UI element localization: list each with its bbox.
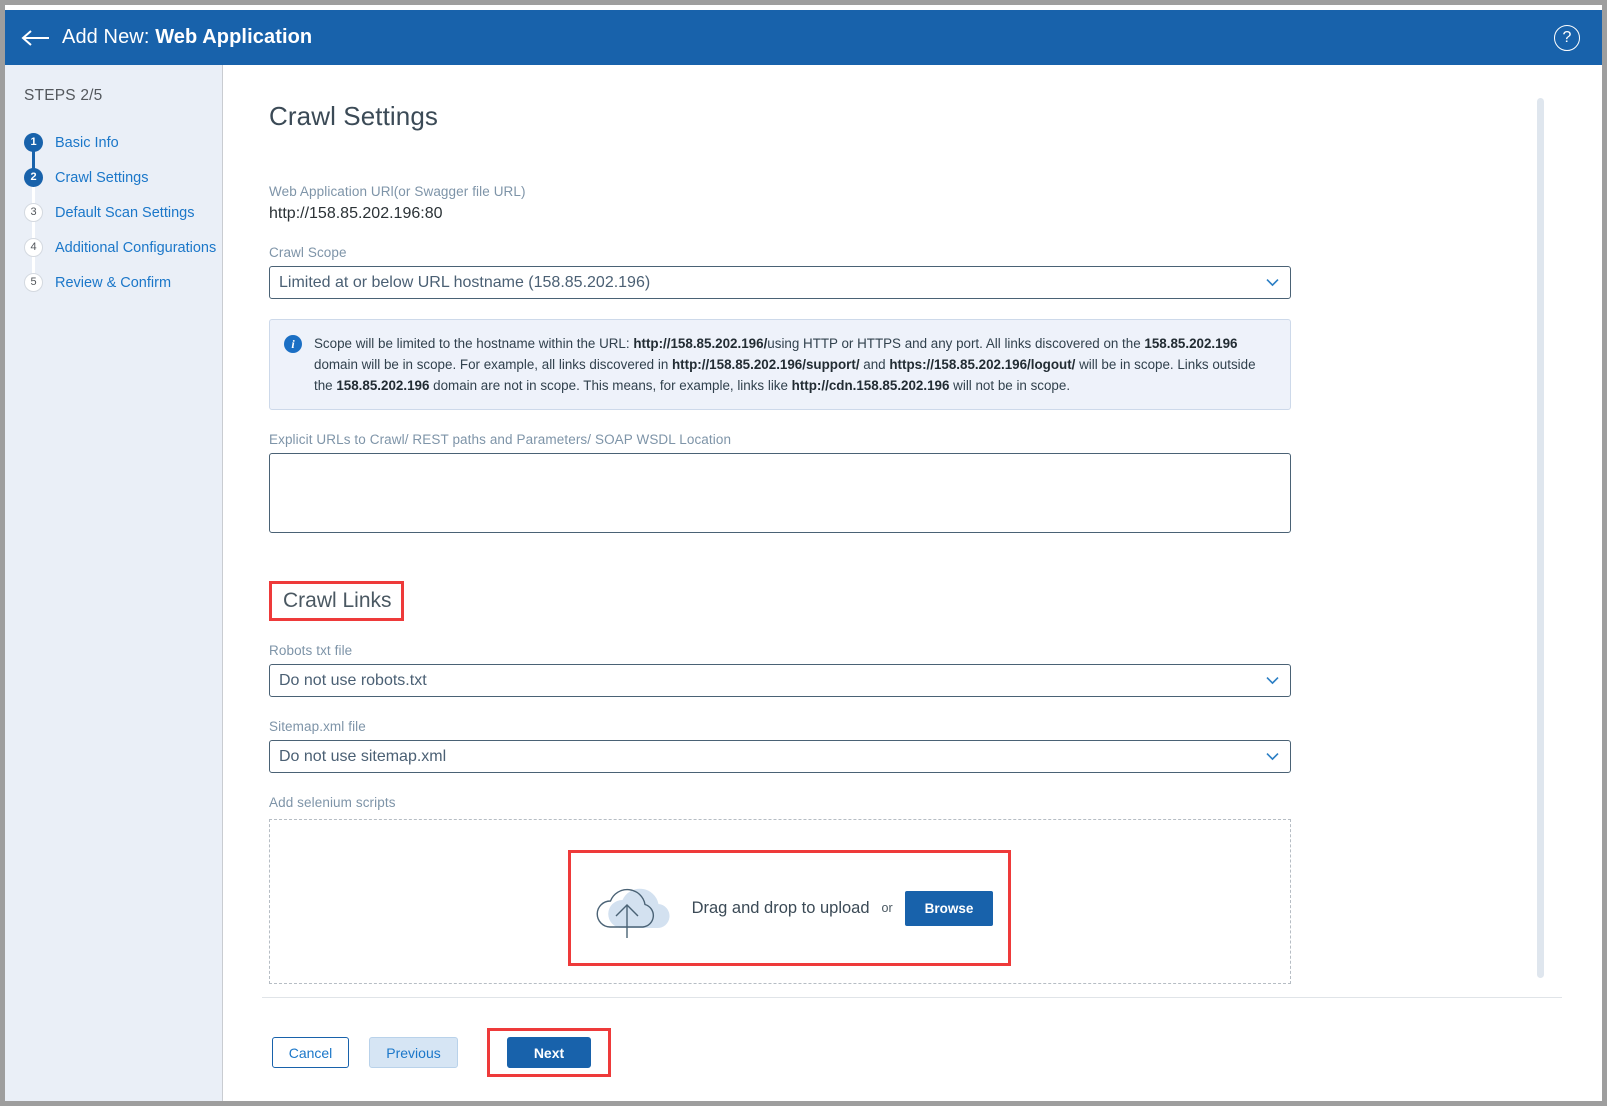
chevron-down-icon (1266, 676, 1279, 684)
page-title: Add New: Web Application (62, 26, 312, 49)
crawl-scope-field: Crawl Scope Limited at or below URL host… (269, 245, 1602, 299)
info-host-2: 158.85.202.196 (336, 378, 430, 393)
screenshot-root: Add New: Web Application ? STEPS 2/5 1 B… (0, 0, 1607, 1106)
header-prefix: Add New: (62, 26, 150, 48)
steps-sidebar: STEPS 2/5 1 Basic Info 2 Crawl Settings … (5, 65, 223, 1101)
info-seg-1: Scope will be limited to the hostname wi… (314, 336, 634, 351)
file-dropzone[interactable]: Drag and drop to upload or Browse (269, 819, 1291, 984)
next-button[interactable]: Next (507, 1037, 591, 1068)
info-url-1: http://158.85.202.196/ (633, 336, 768, 351)
scope-info-text: Scope will be limited to the hostname wi… (314, 333, 1274, 396)
robots-txt-value: Do not use robots.txt (279, 671, 427, 689)
footer-buttons: Cancel Previous Next (272, 1028, 611, 1077)
info-url-3: https://158.85.202.196/logout/ (889, 357, 1076, 372)
browse-button[interactable]: Browse (904, 890, 994, 926)
vertical-scrollbar[interactable] (1537, 98, 1544, 978)
sidebar-item-label: Review & Confirm (55, 274, 172, 291)
sidebar-item-review-confirm[interactable]: 5 Review & Confirm (5, 265, 222, 300)
crawl-links-heading-wrap: Crawl Links (269, 581, 404, 621)
form-footer: Cancel Previous Next (224, 997, 1602, 1101)
step-number-2: 2 (24, 168, 43, 187)
sidebar-item-label: Basic Info (55, 134, 119, 151)
sidebar-item-crawl-settings[interactable]: 2 Crawl Settings (5, 160, 222, 195)
sidebar-item-additional-configurations[interactable]: 4 Additional Configurations (5, 230, 222, 265)
previous-button[interactable]: Previous (369, 1037, 458, 1068)
next-button-wrap: Next (487, 1028, 611, 1077)
footer-divider (262, 997, 1562, 998)
steps-list: 1 Basic Info 2 Crawl Settings 3 Default … (5, 125, 222, 300)
step-number-1: 1 (24, 133, 43, 152)
sidebar-item-label: Crawl Settings (55, 169, 149, 186)
step-number-3: 3 (24, 203, 43, 222)
crawl-scope-value: Limited at or below URL hostname (158.85… (279, 273, 651, 291)
scope-info-box: i Scope will be limited to the hostname … (269, 319, 1291, 410)
section-title: Crawl Settings (269, 101, 439, 131)
sitemap-xml-label: Sitemap.xml file (269, 719, 366, 734)
web-application-url-label: Web Application URl(or Swagger file URL) (269, 184, 526, 199)
robots-txt-field: Robots txt file Do not use robots.txt (269, 643, 1602, 697)
sitemap-xml-value: Do not use sitemap.xml (279, 747, 447, 765)
info-url-4: http://cdn.158.85.202.196 (791, 378, 950, 393)
info-icon: i (284, 335, 302, 353)
explicit-urls-label: Explicit URLs to Crawl/ REST paths and P… (269, 432, 732, 447)
selenium-scripts-field: Add selenium scripts Drag and drop to up… (269, 795, 1602, 984)
info-seg-2: using HTTP or HTTPS and any port. All li… (767, 336, 1145, 351)
sitemap-xml-field: Sitemap.xml file Do not use sitemap.xml (269, 719, 1602, 773)
info-host-1: 158.85.202.196 (1144, 336, 1238, 351)
steps-counter: STEPS 2/5 (24, 87, 103, 104)
info-seg-6: domain are not in scope. This means, for… (429, 378, 792, 393)
selenium-scripts-label: Add selenium scripts (269, 795, 396, 810)
explicit-urls-textarea[interactable] (269, 453, 1291, 533)
info-seg-4: and (859, 357, 890, 372)
sidebar-item-label: Default Scan Settings (55, 204, 195, 221)
chevron-down-icon (1266, 278, 1279, 286)
info-url-2: http://158.85.202.196/support/ (672, 357, 860, 372)
cloud-upload-icon (586, 875, 672, 941)
back-arrow-icon[interactable] (19, 23, 53, 53)
cancel-button[interactable]: Cancel (272, 1037, 349, 1068)
application-window: Add New: Web Application ? STEPS 2/5 1 B… (5, 5, 1602, 1101)
header-entity: Web Application (155, 26, 313, 48)
form-content: Crawl Settings Web Application URl(or Sw… (224, 65, 1602, 984)
dropzone-or-label: or (881, 901, 893, 915)
sidebar-item-label: Additional Configurations (55, 239, 217, 256)
dropzone-inner: Drag and drop to upload or Browse (568, 850, 1011, 966)
scroll-region: Crawl Settings Web Application URl(or Sw… (224, 65, 1602, 997)
robots-txt-label: Robots txt file (269, 643, 353, 658)
step-number-5: 5 (24, 273, 43, 292)
crawl-scope-label: Crawl Scope (269, 245, 347, 260)
chevron-down-icon (1266, 752, 1279, 760)
web-application-url-value: http://158.85.202.196:80 (269, 205, 443, 222)
dropzone-text: Drag and drop to upload (691, 898, 870, 917)
explicit-urls-field: Explicit URLs to Crawl/ REST paths and P… (269, 432, 1602, 533)
crawl-scope-select[interactable]: Limited at or below URL hostname (158.85… (269, 266, 1291, 299)
web-application-url-field: Web Application URl(or Swagger file URL)… (269, 184, 1602, 223)
step-number-4: 4 (24, 238, 43, 257)
info-seg-3: domain will be in scope. For example, al… (314, 357, 672, 372)
robots-txt-select[interactable]: Do not use robots.txt (269, 664, 1291, 697)
crawl-links-heading: Crawl Links (283, 589, 392, 612)
sitemap-xml-select[interactable]: Do not use sitemap.xml (269, 740, 1291, 773)
app-header: Add New: Web Application ? (5, 10, 1602, 65)
main-panel: Crawl Settings Web Application URl(or Sw… (224, 65, 1602, 1101)
info-seg-7: will not be in scope. (949, 378, 1071, 393)
sidebar-item-default-scan-settings[interactable]: 3 Default Scan Settings (5, 195, 222, 230)
help-icon[interactable]: ? (1554, 24, 1580, 51)
sidebar-item-basic-info[interactable]: 1 Basic Info (5, 125, 222, 160)
